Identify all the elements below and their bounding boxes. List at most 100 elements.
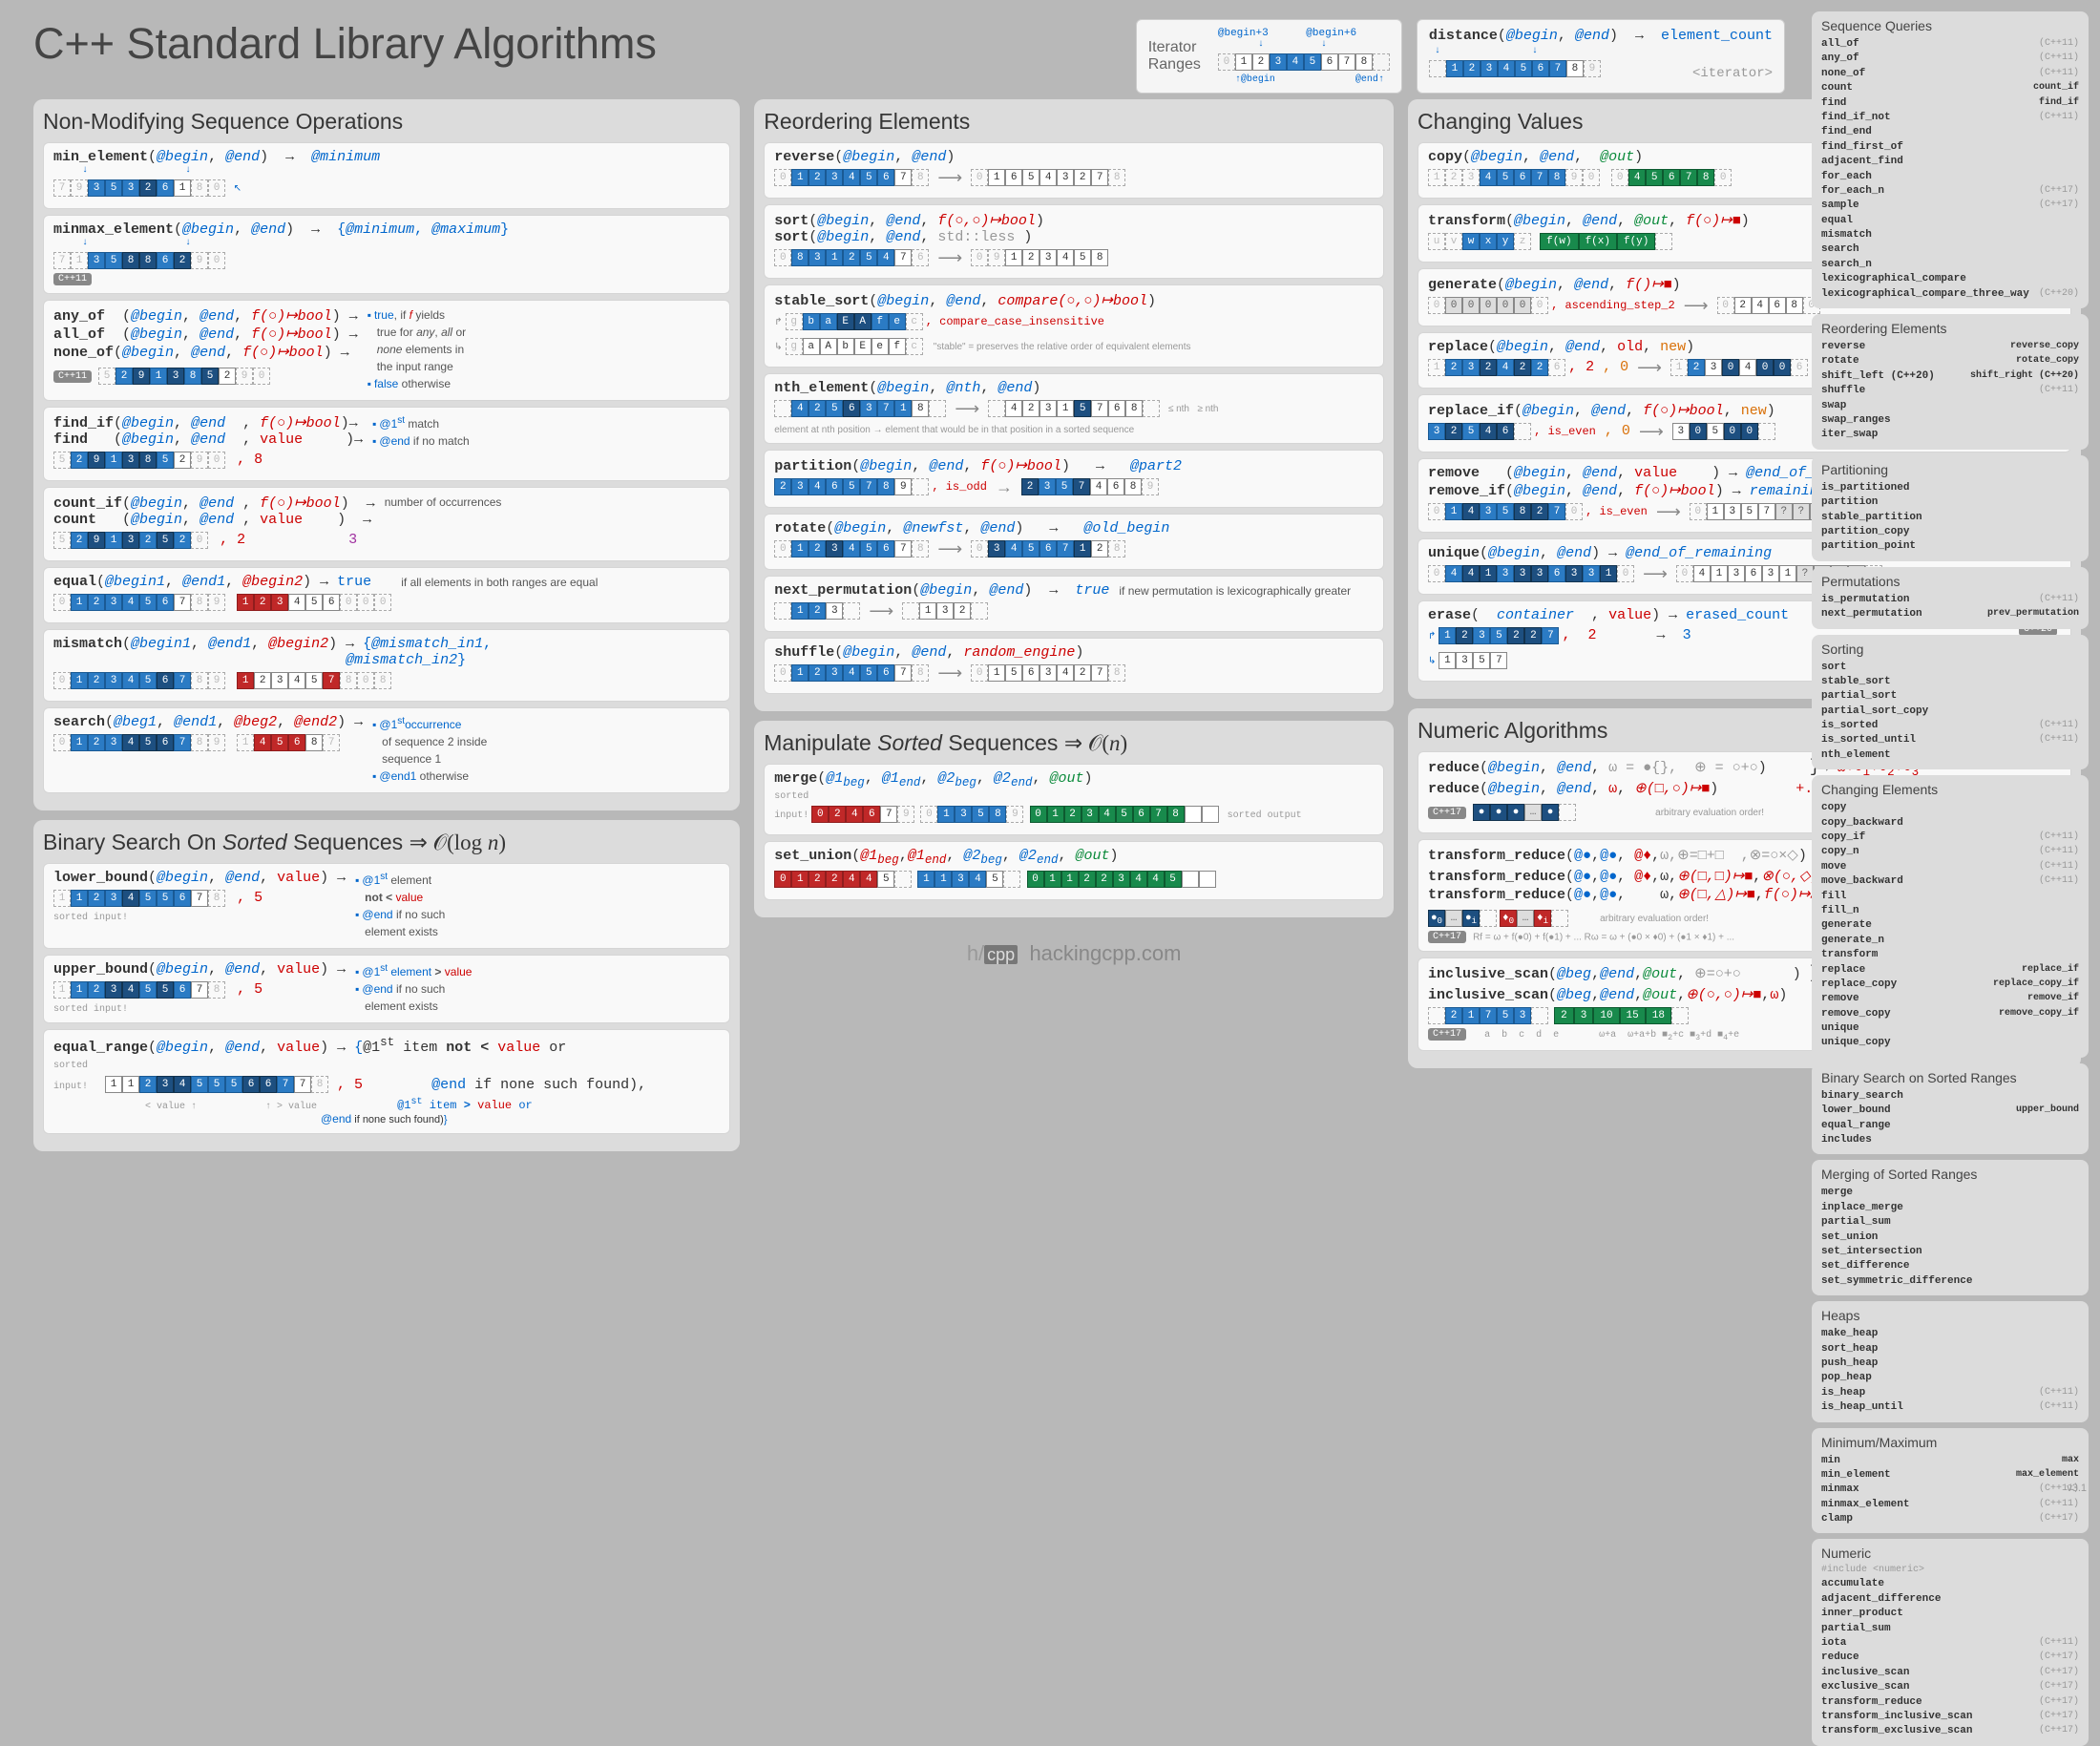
side-item: equal_range xyxy=(1821,1119,2079,1133)
card-reverse: reverse(@begin, @end) 012345678 ⟶ 016543… xyxy=(764,142,1384,199)
side-item: find_first_of xyxy=(1821,140,2079,155)
side-item: set_symmetric_difference xyxy=(1821,1274,2079,1289)
side-item: iter_swap xyxy=(1821,428,2079,442)
side-item: partial_sum xyxy=(1821,1215,2079,1230)
card-rotate: rotate(@begin, @newfst, @end) → @old_beg… xyxy=(764,514,1384,570)
group-binsearch: Binary Search On Sorted Sequences ⇒ 𝒪(lo… xyxy=(33,820,740,1151)
side-item: inner_product xyxy=(1821,1607,2079,1621)
side-item: next_permutationprev_permutation xyxy=(1821,607,2079,621)
side-item: transform xyxy=(1821,948,2079,962)
side-item: mismatch xyxy=(1821,228,2079,242)
side-group: Sortingsortstable_sortpartial_sortpartia… xyxy=(1812,635,2089,770)
side-item: remove_copyremove_copy_if xyxy=(1821,1007,2079,1021)
card-sort: sort(@begin, @end, f(○,○)↦bool) sort(@be… xyxy=(764,204,1384,279)
card-nth-element: nth_element(@begin, @nth, @end) 42563718… xyxy=(764,373,1384,444)
side-item: search_n xyxy=(1821,258,2079,272)
side-item: replace_copyreplace_copy_if xyxy=(1821,978,2079,992)
card-anyallnone: any_of (@begin, @end, f(○)↦bool) → all_o… xyxy=(43,300,730,401)
side-item: push_heap xyxy=(1821,1357,2079,1371)
side-item: unique xyxy=(1821,1021,2079,1036)
side-item: set_difference xyxy=(1821,1259,2079,1273)
side-item: is_sorted(C++11) xyxy=(1821,719,2079,733)
card-min-element: min_element(@begin, @end) → @minimum ↓ ↓… xyxy=(43,142,730,209)
side-item: for_each xyxy=(1821,170,2079,184)
side-item: none_of(C++11) xyxy=(1821,67,2079,81)
side-item: search xyxy=(1821,242,2079,257)
side-item: any_of(C++11) xyxy=(1821,52,2079,66)
side-item: clamp(C++17) xyxy=(1821,1512,2079,1526)
side-group: Binary Search on Sorted Ranges binary_sea… xyxy=(1812,1063,2089,1155)
side-item: copy xyxy=(1821,801,2079,815)
side-item: partial_sort xyxy=(1821,689,2079,704)
side-group-title: Heaps xyxy=(1821,1308,2079,1323)
sidebar: Sequence Queries all_of(C++11)any_of(C++1… xyxy=(1812,11,2089,1746)
side-item: set_intersection xyxy=(1821,1245,2079,1259)
side-item: partition_copy xyxy=(1821,525,2079,539)
side-item: move_backward(C++11) xyxy=(1821,874,2079,889)
side-item: fill xyxy=(1821,890,2079,904)
card-find: find_if(@begin, @end , f(○)↦bool)→ find … xyxy=(43,407,730,481)
side-item: swap xyxy=(1821,399,2079,413)
side-item: lexicographical_compare xyxy=(1821,272,2079,286)
group-nonmod: Non-Modifying Sequence Operations min_el… xyxy=(33,99,740,810)
side-group-title: Merging of Sorted Ranges xyxy=(1821,1167,2079,1182)
side-item: inclusive_scan(C++17) xyxy=(1821,1666,2079,1680)
side-item: copy_if(C++11) xyxy=(1821,831,2079,845)
page: C++ Standard Library Algorithms Iterator… xyxy=(0,0,2100,1502)
side-item: copy_n(C++11) xyxy=(1821,845,2079,859)
side-group: Numeric#include <numeric>accumulateadjac… xyxy=(1812,1539,2089,1745)
side-item: min_elementmax_element xyxy=(1821,1468,2079,1483)
iter-ranges-label: IteratorRanges xyxy=(1148,39,1201,74)
distance-card: distance(@begin, @end) → element_count ↓… xyxy=(1417,19,1785,94)
side-group-title: Sorting xyxy=(1821,642,2079,657)
side-item: merge xyxy=(1821,1186,2079,1200)
side-item: exclusive_scan(C++17) xyxy=(1821,1680,2079,1694)
side-group: Changing Elementscopycopy_backwardcopy_i… xyxy=(1812,775,2089,1058)
side-item: findfind_if xyxy=(1821,96,2079,111)
side-group: Minimum/Maximumminmaxmin_elementmax_elem… xyxy=(1812,1428,2089,1534)
card-count: count_if(@begin, @end , f(○)↦bool) → cou… xyxy=(43,487,730,561)
version: v3.1 xyxy=(2067,1483,2087,1494)
side-item: all_of(C++11) xyxy=(1821,37,2079,52)
side-item: is_sorted_until(C++11) xyxy=(1821,733,2079,747)
side-item: is_partitioned xyxy=(1821,481,2079,495)
side-item: includes xyxy=(1821,1133,2079,1147)
side-item: minmax(C++11) xyxy=(1821,1483,2079,1497)
card-search: search(@beg1, @end1, @beg2, @end2) → 012… xyxy=(43,707,730,793)
card-mismatch: mismatch(@begin1, @end1, @begin2) → {@mi… xyxy=(43,629,730,702)
side-group: Heapsmake_heapsort_heappush_heappop_heap… xyxy=(1812,1301,2089,1421)
side-item: is_heap_until(C++11) xyxy=(1821,1400,2079,1415)
side-item: is_heap(C++11) xyxy=(1821,1386,2079,1400)
card-equal: equal(@begin1, @end1, @begin2) → true 01… xyxy=(43,567,730,623)
side-item: stable_sort xyxy=(1821,675,2079,689)
side-item: generate xyxy=(1821,918,2079,933)
side-group: Reordering Elementsreversereverse_copyro… xyxy=(1812,314,2089,450)
side-group-title: Partitioning xyxy=(1821,462,2079,477)
side-item: swap_ranges xyxy=(1821,413,2079,428)
side-item: minmax xyxy=(1821,1454,2079,1468)
side-item: shift_left (C++20)shift_right (C++20) xyxy=(1821,369,2079,384)
side-item: inplace_merge xyxy=(1821,1201,2079,1215)
side-item: binary_search xyxy=(1821,1089,2079,1104)
side-item: partition xyxy=(1821,495,2079,510)
card-next-perm: next_permutation(@begin, @end) → true 12… xyxy=(764,576,1384,632)
side-item: rotaterotate_copy xyxy=(1821,354,2079,368)
side-group: Merging of Sorted Ranges mergeinplace_mer… xyxy=(1812,1160,2089,1295)
page-title: C++ Standard Library Algorithms xyxy=(33,19,657,69)
side-item: find_if_not(C++11) xyxy=(1821,111,2079,125)
side-item: sample(C++17) xyxy=(1821,199,2079,213)
side-item: adjacent_find xyxy=(1821,155,2079,169)
footer: h/cpp hackingcpp.com xyxy=(754,941,1394,966)
card-merge: merge(@1beg, @1end, @2beg, @2end, @out) … xyxy=(764,764,1384,835)
side-group-title: Binary Search on Sorted Ranges xyxy=(1821,1070,2079,1085)
card-lower-bound: lower_bound(@begin, @end, value) → 11234… xyxy=(43,863,730,949)
side-group-title: Changing Elements xyxy=(1821,782,2079,797)
side-item: accumulate xyxy=(1821,1577,2079,1591)
side-item: lexicographical_compare_three_way(C++20) xyxy=(1821,287,2079,302)
side-item: transform_reduce(C++17) xyxy=(1821,1695,2079,1710)
card-equal-range: equal_range(@begin, @end, value) → {@1st… xyxy=(43,1029,730,1134)
iterator-ranges-card: IteratorRanges @begin+3 @begin+6 ↓ ↓ 012… xyxy=(1136,19,1402,94)
side-item: lower_boundupper_bound xyxy=(1821,1104,2079,1118)
side-item: equal xyxy=(1821,214,2079,228)
side-group-title: Sequence Queries xyxy=(1821,18,2079,33)
